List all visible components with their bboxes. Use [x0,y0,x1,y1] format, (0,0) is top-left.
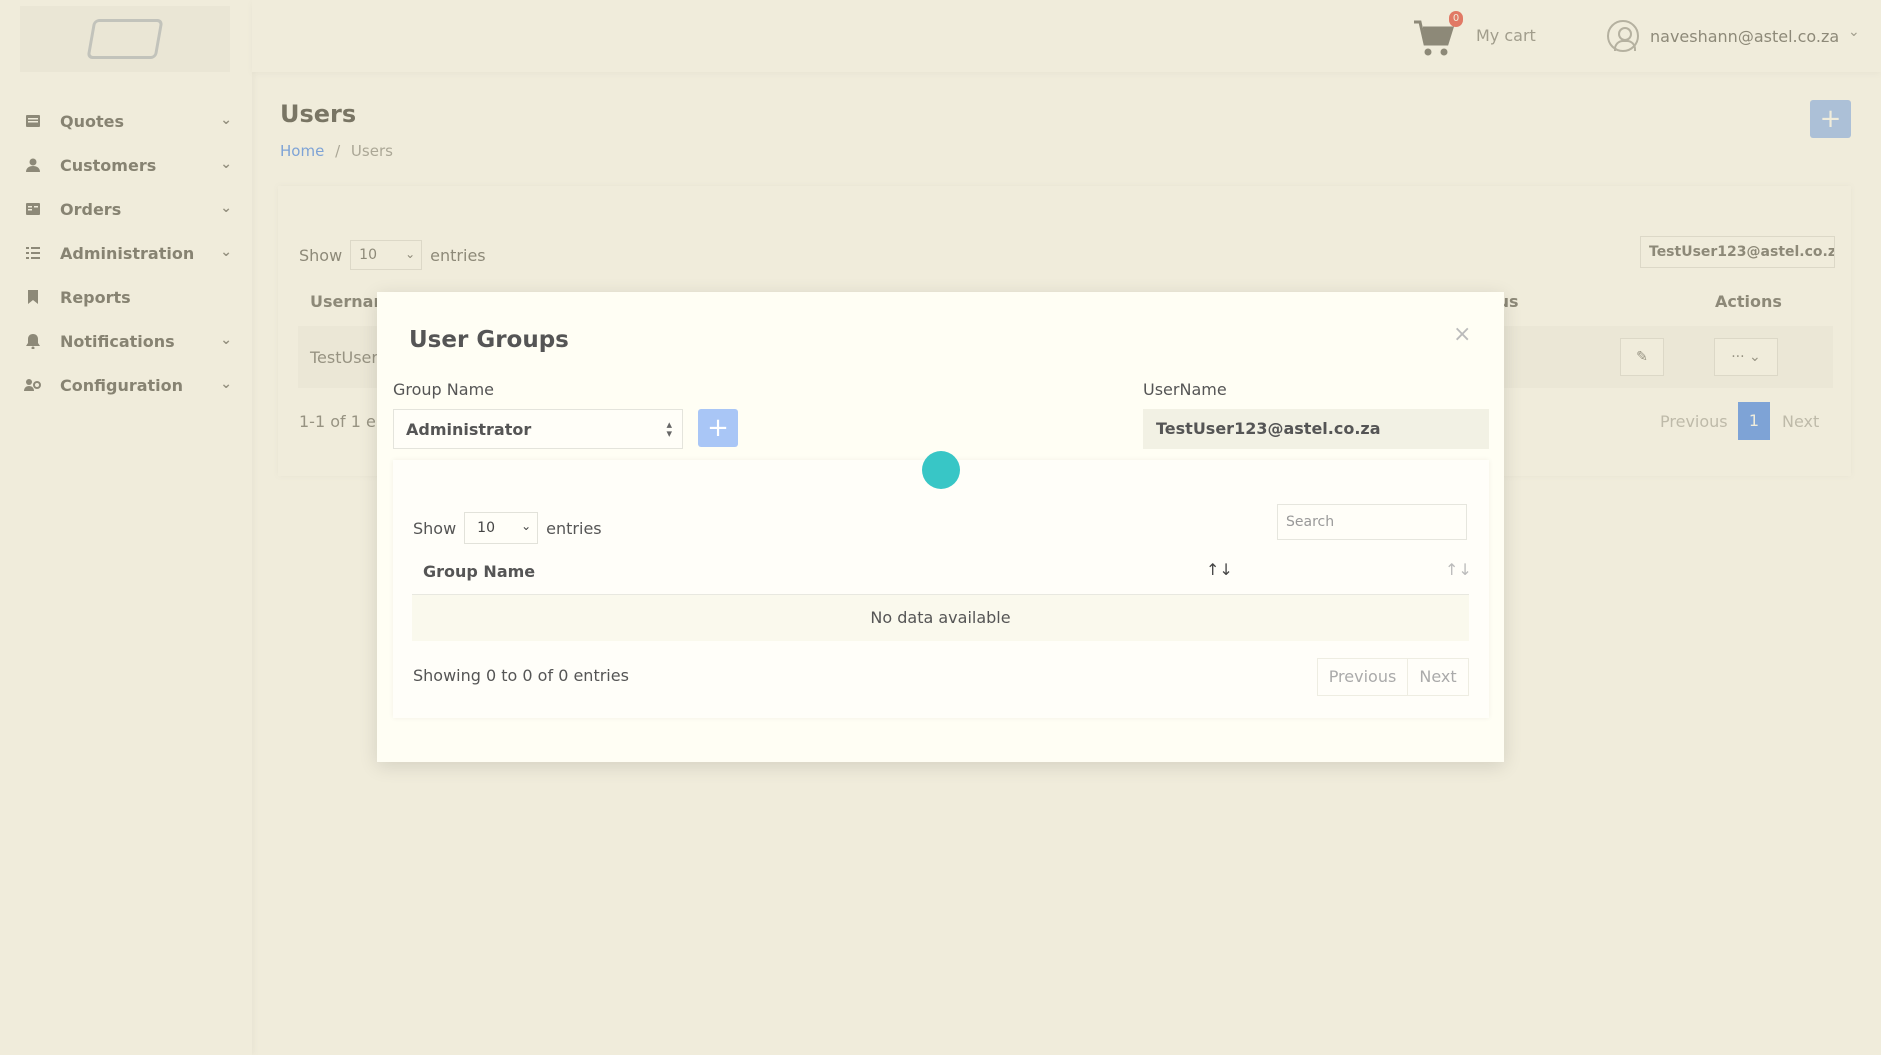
pagination-next[interactable]: Next [1407,658,1469,696]
groups-show-entries: Show 10 ⌄ entries [413,512,602,544]
chevron-down-icon: ⌄ [521,519,532,533]
entries-value: 10 [477,520,495,536]
column-header-group-name[interactable]: Group Name [423,562,535,581]
entries-label: entries [546,518,602,538]
sort-icon[interactable]: ↑↓ [1445,560,1472,579]
groups-search-input[interactable]: Search [1277,504,1467,540]
sort-ascending-icon[interactable]: ↑↓ [1206,560,1233,579]
pagination-previous[interactable]: Previous [1317,658,1408,696]
entries-select[interactable]: 10 ⌄ [464,512,539,544]
loading-spinner-icon [922,451,960,489]
show-label: Show [413,518,457,538]
groups-table-info: Showing 0 to 0 of 0 entries [413,666,629,685]
no-data-row: No data available [412,595,1469,641]
